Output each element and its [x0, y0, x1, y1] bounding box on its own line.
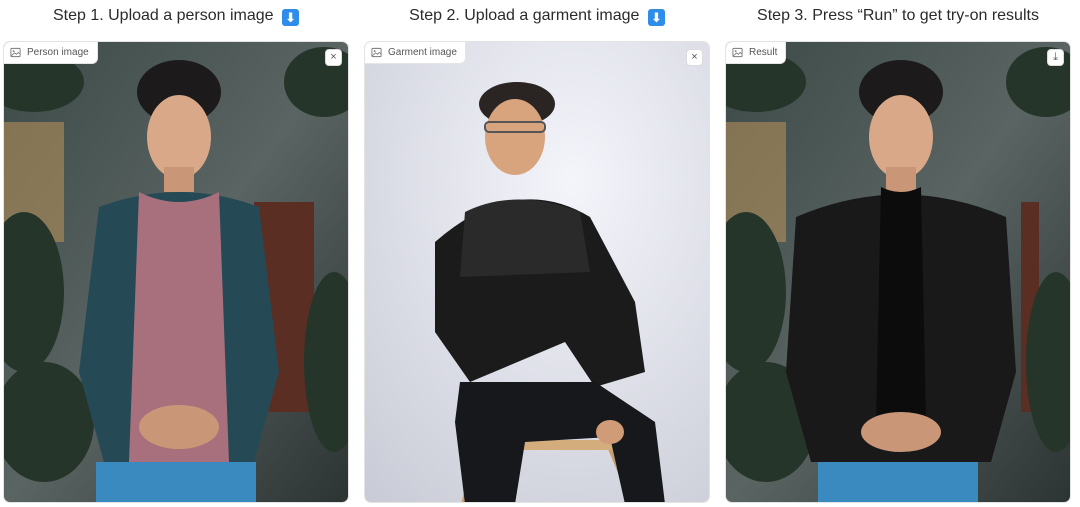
result-image: Result ⤓: [725, 41, 1071, 503]
garment-image-label-text: Garment image: [388, 47, 457, 58]
down-arrow-icon: ⬇: [282, 9, 300, 26]
step-2-column: Step 2. Upload a garment image ⬇ Garment…: [364, 0, 710, 507]
down-arrow-icon: ⬇: [647, 9, 665, 26]
result-photo: [726, 42, 1070, 502]
step-2-title: Step 2. Upload a garment image ⬇: [364, 5, 710, 27]
step-1-title: Step 1. Upload a person image ⬇: [3, 5, 349, 27]
image-icon: [732, 47, 743, 58]
person-image-label: Person image: [4, 42, 98, 64]
try-on-page: Step 1. Upload a person image ⬇ Person i…: [0, 0, 1080, 507]
download-result-button[interactable]: ⤓: [1047, 49, 1064, 66]
step-3-title-text: Step 3. Press “Run” to get try-on result…: [757, 7, 1039, 24]
step-3-title: Step 3. Press “Run” to get try-on result…: [725, 5, 1071, 27]
step-1-column: Step 1. Upload a person image ⬇ Person i…: [3, 0, 349, 507]
step-3-column: Step 3. Press “Run” to get try-on result…: [725, 0, 1071, 507]
image-icon: [371, 47, 382, 58]
clear-garment-image-button[interactable]: ×: [686, 49, 703, 66]
person-image-label-text: Person image: [27, 47, 89, 58]
download-icon: ⤓: [1053, 51, 1058, 63]
person-image-upload[interactable]: Person image ×: [3, 41, 349, 503]
result-label-text: Result: [749, 47, 778, 58]
garment-image-upload[interactable]: Garment image ×: [364, 41, 710, 503]
step-1-title-text: Step 1. Upload a person image: [52, 7, 274, 24]
step-2-title-text: Step 2. Upload a garment image: [409, 7, 640, 24]
result-label: Result: [726, 42, 787, 64]
person-photo: [4, 42, 348, 502]
close-icon: ×: [691, 51, 698, 63]
garment-image-label: Garment image: [365, 42, 466, 64]
image-icon: [10, 47, 21, 58]
close-icon: ×: [330, 51, 337, 63]
clear-person-image-button[interactable]: ×: [325, 49, 342, 66]
garment-photo: [365, 42, 709, 502]
